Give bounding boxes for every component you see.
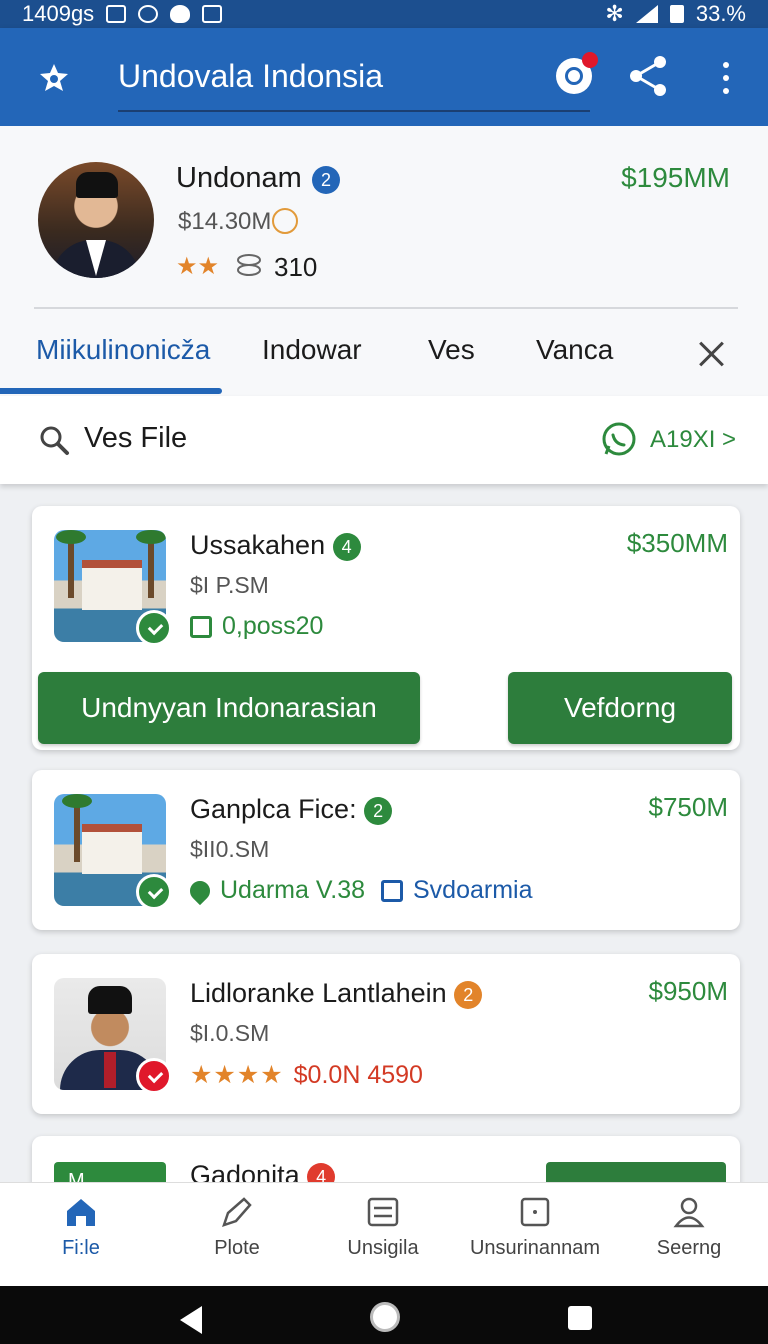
profile-icon xyxy=(673,1197,705,1228)
nav-label: Seerng xyxy=(656,1237,722,1259)
tab-1[interactable]: Indowar xyxy=(262,334,362,366)
search-bar[interactable]: Ves File A19XI > xyxy=(0,396,768,484)
card-stars: ★★★★ xyxy=(190,1061,284,1089)
list-card[interactable]: Lidloranke Lantlahein 2 $950M $I.0.SM ★★… xyxy=(32,954,740,1114)
home-button-icon[interactable] xyxy=(370,1302,400,1332)
card-badge: 4 xyxy=(332,532,361,561)
card-meta-text: 0,poss20 xyxy=(222,612,324,640)
card-title: Ussakahen 4 xyxy=(190,530,361,561)
list-icon xyxy=(367,1197,399,1227)
battery-icon xyxy=(669,5,684,23)
secondary-action-button[interactable]: Vefdorng xyxy=(508,672,732,744)
square-icon xyxy=(520,1197,550,1227)
card-meta-text: $0.0N 4590 xyxy=(293,1060,423,1089)
nav-label: Unsigila xyxy=(347,1237,419,1259)
recents-icon[interactable] xyxy=(568,1306,592,1330)
tab-3[interactable]: Vanca xyxy=(536,334,613,366)
avatar[interactable] xyxy=(38,162,154,278)
primary-action-button[interactable]: Undnyyan Indonarasian xyxy=(38,672,420,744)
notification-icon xyxy=(106,5,127,23)
verified-icon xyxy=(136,874,172,910)
pen-icon xyxy=(222,1197,252,1227)
nav-item-unsigila[interactable]: Unsigila xyxy=(308,1195,458,1260)
search-label: Ves File xyxy=(84,422,188,454)
card-subtitle: $I.0.SM xyxy=(190,1020,270,1046)
card-badge: 2 xyxy=(364,796,393,825)
location-pin-icon xyxy=(185,876,215,905)
profile-header: Undonam 2 $14.30M ★★ 310 $195MM Miikulin… xyxy=(0,126,768,398)
profile-name: Undonam xyxy=(176,162,302,194)
divider xyxy=(34,307,738,309)
card-title: Lidloranke Lantlahein 2 xyxy=(190,978,483,1009)
card-meta-text: Udarma V.38 xyxy=(220,876,365,904)
profile-stars: ★★ xyxy=(176,253,220,280)
card-badge: 2 xyxy=(454,980,483,1009)
sync-icon xyxy=(138,5,159,23)
card-title-text: Lidloranke Lantlahein xyxy=(190,978,447,1008)
whatsapp-icon[interactable] xyxy=(600,420,638,458)
back-icon[interactable] xyxy=(180,1306,202,1334)
tab-2[interactable]: Ves xyxy=(428,334,475,366)
card-meta-secondary[interactable]: Svdoarmia xyxy=(413,876,533,905)
profile-subtitle: $14.30M xyxy=(178,208,272,235)
heart-badge-icon xyxy=(136,1058,172,1094)
status-bar: 1409gs ✻ 33.% xyxy=(0,0,768,28)
list-card[interactable]: Ganplca Fice: 2 $750M $II0.SM Udarma V.3… xyxy=(32,770,740,930)
star-logo-icon[interactable] xyxy=(38,62,70,94)
tab-0[interactable]: Miikulinonicža xyxy=(36,334,210,366)
close-icon[interactable] xyxy=(698,340,726,368)
card-title-text: Ussakahen xyxy=(190,530,326,560)
verified-icon xyxy=(136,610,172,646)
card-subtitle: $II0.SM xyxy=(190,836,270,862)
profile-count: 310 xyxy=(274,252,318,282)
status-time: 1409gs xyxy=(22,1,95,26)
nav-item-plote[interactable]: Plote xyxy=(162,1195,312,1260)
search-icon[interactable] xyxy=(38,424,70,456)
app-title: Undovala Indonsia xyxy=(118,58,384,94)
card-meta: Udarma V.38 Svdoarmia xyxy=(185,876,533,905)
nav-item-unsurinannam[interactable]: Unsurinannam xyxy=(460,1195,610,1260)
more-menu-icon[interactable] xyxy=(714,58,738,98)
card-title-text: Ganplca Fice: xyxy=(190,794,357,824)
nav-item-seerng[interactable]: Seerng xyxy=(614,1195,764,1260)
system-navigation-bar xyxy=(0,1286,768,1344)
image-icon xyxy=(202,5,223,23)
rings-icon xyxy=(237,254,261,276)
coin-icon xyxy=(272,208,298,234)
bottom-navigation: Fi:le Plote Unsigila Unsurinannam Seerng xyxy=(0,1182,768,1286)
tab-bar: Miikulinonicža Indowar Ves Vanca xyxy=(0,318,768,398)
tab-indicator xyxy=(0,388,222,394)
card-subtitle: $I P.SM xyxy=(190,572,269,598)
search-link[interactable]: A19XI > xyxy=(650,426,736,454)
card-meta: 0,poss20 xyxy=(190,612,323,641)
app-bar: Undovala Indonsia xyxy=(0,28,768,126)
profile-price: $195MM xyxy=(621,162,730,193)
briefcase-icon xyxy=(381,879,403,902)
signal-icon xyxy=(635,5,658,23)
list-card[interactable]: Ussakahen 4 $350MM $I P.SM 0,poss20 Undn… xyxy=(32,506,740,750)
card-price: $950M xyxy=(648,976,729,1006)
camera-icon[interactable] xyxy=(556,52,598,94)
nav-item-file[interactable]: Fi:le xyxy=(6,1195,156,1260)
battery-status-icon xyxy=(190,615,212,638)
card-price: $350MM xyxy=(626,528,728,558)
battery-text: 33.% xyxy=(695,1,746,26)
share-icon[interactable] xyxy=(626,54,670,98)
heart-icon xyxy=(170,5,191,23)
title-underline xyxy=(118,110,590,112)
profile-badge: 2 xyxy=(312,166,340,194)
nav-label: Fi:le xyxy=(62,1237,100,1259)
card-title: Ganplca Fice: 2 xyxy=(190,794,393,825)
card-meta: ★★★★ $0.0N 4590 xyxy=(190,1060,423,1090)
bluetooth-icon: ✻ xyxy=(605,1,624,26)
nav-label: Plote xyxy=(214,1237,260,1259)
card-price: $750M xyxy=(648,792,729,822)
nav-label: Unsurinannam xyxy=(469,1237,601,1259)
home-icon xyxy=(67,1199,95,1226)
notification-dot xyxy=(582,52,598,68)
